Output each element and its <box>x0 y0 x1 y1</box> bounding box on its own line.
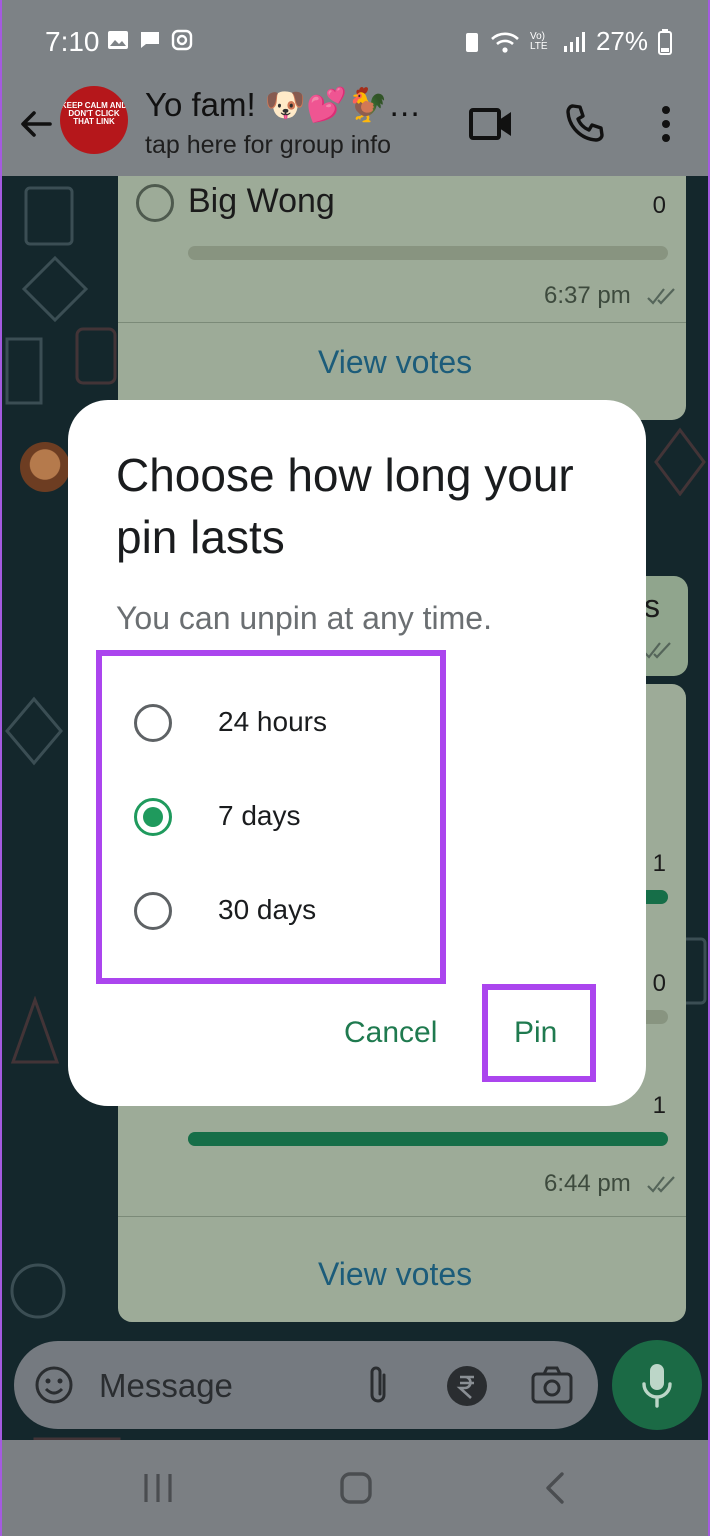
bubble-divider <box>118 322 686 323</box>
chat-header: KEEP CALM AND DON'T CLICK THAT LINK Yo f… <box>2 84 708 176</box>
view-votes-button[interactable]: View votes <box>318 1256 472 1293</box>
emoji-icon[interactable] <box>34 1365 74 1405</box>
battery-saver-icon <box>465 32 478 52</box>
microphone-icon <box>642 1364 672 1408</box>
attach-icon[interactable] <box>364 1363 394 1407</box>
home-icon[interactable] <box>338 1470 374 1506</box>
signal-icon <box>563 31 585 52</box>
instagram-icon <box>171 29 193 51</box>
poll-message-bubble[interactable]: Big Wong 0 6:37 pm View votes <box>118 176 686 420</box>
dialog-description: You can unpin at any time. <box>116 600 492 636</box>
poll-progress-bar <box>188 1132 668 1146</box>
wallpaper-sign-icon <box>5 696 63 766</box>
wallpaper-sign-icon <box>10 996 60 1064</box>
system-nav-bar <box>2 1440 708 1536</box>
poll-option-count: 0 <box>652 970 666 997</box>
radio-button-selected[interactable] <box>134 798 172 836</box>
camera-icon[interactable] <box>530 1365 574 1405</box>
poll-option-name: Big Wong <box>188 182 335 220</box>
poll-option-radio[interactable] <box>136 184 174 222</box>
poll-option-count: 1 <box>652 850 666 877</box>
option-7-days[interactable]: 7 days <box>98 774 438 860</box>
wallpaper-sign-icon <box>5 337 43 405</box>
message-time: 6:37 pm <box>544 282 631 309</box>
bubble-divider <box>118 1216 686 1217</box>
read-receipt-icon <box>643 642 671 659</box>
message-input[interactable]: Message <box>99 1367 233 1405</box>
poll-progress-bar <box>188 246 668 260</box>
group-name[interactable]: Yo fam! 🐶💕🐓… <box>145 86 421 125</box>
status-right: Vo) LTE 27% <box>464 26 672 57</box>
battery-percent: 27% <box>595 26 648 56</box>
notification-icons <box>106 28 194 52</box>
back-arrow-icon[interactable] <box>16 104 56 144</box>
option-label: 30 days <box>218 894 317 925</box>
read-receipt-icon <box>647 288 675 305</box>
sender-avatar[interactable] <box>20 442 70 492</box>
radio-button[interactable] <box>134 704 172 742</box>
network-type-label: Vo) LTE <box>529 30 548 52</box>
option-24-hours[interactable]: 24 hours <box>98 680 438 766</box>
poll-option-count: 0 <box>652 192 666 219</box>
read-receipt-icon <box>647 1176 675 1193</box>
group-info-hint[interactable]: tap here for group info <box>145 131 391 160</box>
video-call-icon[interactable] <box>468 104 514 144</box>
wallpaper-sign-icon <box>24 186 74 246</box>
battery-icon <box>658 28 672 55</box>
option-label: 24 hours <box>218 706 327 737</box>
gallery-icon <box>108 31 128 49</box>
wifi-icon <box>491 32 519 53</box>
radio-button[interactable] <box>134 892 172 930</box>
payment-rupee-icon[interactable] <box>446 1365 488 1407</box>
option-label: 7 days <box>218 800 301 831</box>
status-time: 7:10 <box>45 26 100 57</box>
voice-message-button[interactable] <box>612 1340 702 1430</box>
status-bar: 7:10 Vo) LTE 27% <box>2 0 708 84</box>
recent-apps-icon[interactable] <box>140 1470 176 1506</box>
screen: 7:10 Vo) LTE 27% KEEP CALM AND DON'T CLI… <box>0 0 710 1536</box>
message-text-fragment: s <box>644 588 660 624</box>
message-input-bar[interactable]: Message <box>14 1341 598 1429</box>
poll-option-count: 1 <box>652 1092 666 1119</box>
wallpaper-sign-icon <box>654 427 706 496</box>
pin-duration-dialog: Choose how long your pin lasts You can u… <box>68 400 646 1106</box>
wallpaper-sign-icon <box>21 255 89 323</box>
view-votes-button[interactable]: View votes <box>318 344 472 381</box>
voice-call-icon[interactable] <box>564 102 606 144</box>
wallpaper-sign-icon <box>75 327 117 385</box>
message-time: 6:44 pm <box>544 1170 631 1197</box>
pin-button[interactable]: Pin <box>514 1016 557 1050</box>
back-nav-icon[interactable] <box>540 1470 570 1506</box>
group-avatar[interactable]: KEEP CALM AND DON'T CLICK THAT LINK <box>60 86 128 154</box>
wallpaper-sign-icon <box>10 1263 66 1319</box>
cancel-button[interactable]: Cancel <box>344 1016 437 1050</box>
dialog-title: Choose how long your pin lasts <box>116 449 574 563</box>
option-30-days[interactable]: 30 days <box>98 868 438 954</box>
chat-notification-icon <box>141 32 159 48</box>
avatar-text: KEEP CALM AND DON'T CLICK THAT LINK <box>60 101 128 126</box>
more-options-icon[interactable] <box>654 104 678 144</box>
